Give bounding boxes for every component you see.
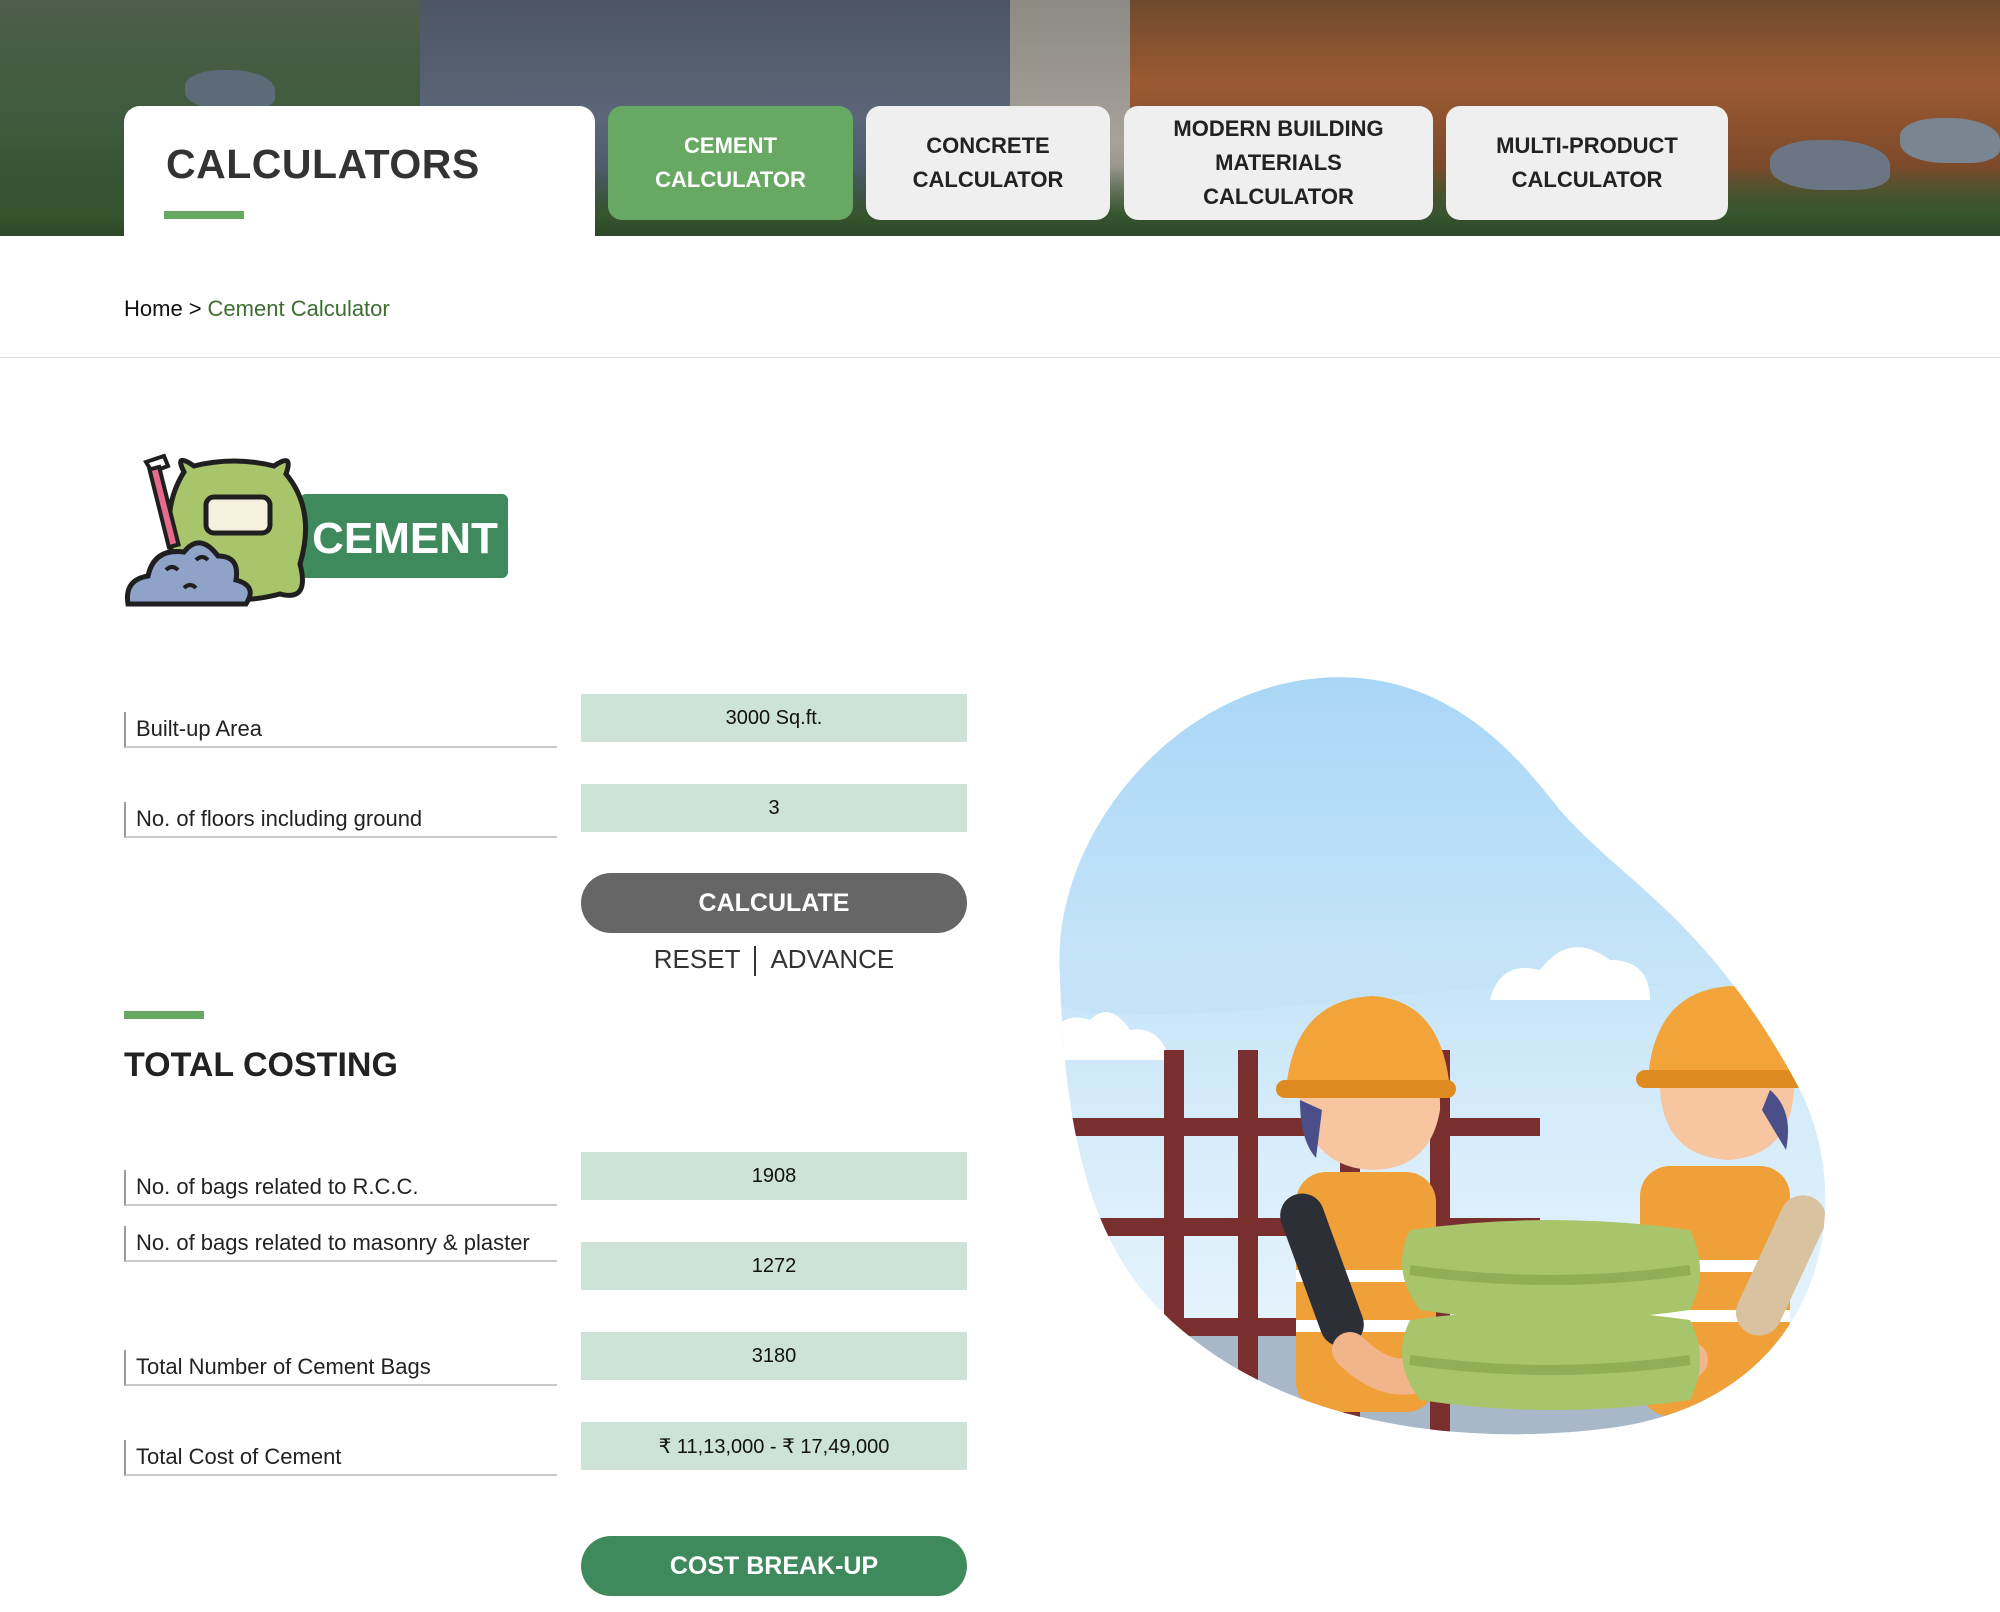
hero-rock — [185, 70, 275, 110]
tab-label-line: CALCULATOR — [1203, 184, 1354, 209]
page-title: CALCULATORS — [166, 141, 480, 187]
total-cost-label: Total Cost of Cement — [124, 1440, 557, 1476]
breadcrumb-home-link[interactable]: Home — [124, 296, 183, 321]
built-up-area-input[interactable]: 3000 Sq.ft. — [581, 694, 967, 742]
calculate-button[interactable]: CALCULATE — [581, 873, 967, 933]
tab-label-line: CALCULATOR — [655, 167, 806, 192]
rcc-bags-value: 1908 — [581, 1152, 967, 1200]
total-bags-value: 3180 — [581, 1332, 967, 1380]
breadcrumb-current: Cement Calculator — [207, 296, 390, 321]
logo-text: CEMENT — [312, 514, 498, 563]
cost-breakup-button[interactable]: COST BREAK-UP — [581, 1536, 967, 1596]
tab-label-line: MULTI-PRODUCT — [1496, 133, 1678, 158]
floors-input[interactable]: 3 — [581, 784, 967, 832]
form-actions: RESET ADVANCE — [581, 944, 967, 977]
breadcrumb-separator: > — [188, 296, 202, 321]
masonry-bags-label: No. of bags related to masonry & plaster — [124, 1226, 557, 1262]
tab-cement-calculator[interactable]: CEMENT CALCULATOR — [608, 106, 853, 220]
breadcrumb: Home > Cement Calculator — [124, 296, 390, 322]
tab-label-line: CEMENT — [684, 133, 777, 158]
tab-label-line: CALCULATOR — [1511, 167, 1663, 192]
rcc-bags-label: No. of bags related to R.C.C. — [124, 1170, 557, 1206]
built-up-area-label: Built-up Area — [124, 712, 557, 748]
total-bags-label: Total Number of Cement Bags — [124, 1350, 557, 1386]
tab-label-line: CONCRETE — [926, 133, 1050, 158]
tab-concrete-calculator[interactable]: CONCRETE CALCULATOR — [866, 106, 1110, 220]
tab-label-line: MODERN BUILDING — [1173, 116, 1384, 141]
cement-logo: CEMENT — [124, 453, 508, 607]
floors-label: No. of floors including ground — [124, 802, 557, 838]
link-divider — [754, 946, 757, 977]
section-accent-line — [124, 1011, 204, 1019]
hero-rock — [1900, 118, 2000, 163]
tab-multi-product-calculator[interactable]: MULTI-PRODUCT CALCULATOR — [1446, 106, 1728, 220]
hero-rock — [1770, 140, 1890, 190]
tab-label-line: MATERIALS — [1215, 150, 1342, 175]
total-costing-title: TOTAL COSTING — [124, 1046, 398, 1084]
tab-label-line: CALCULATOR — [912, 167, 1064, 192]
bag-label-icon — [203, 494, 273, 536]
tab-modern-building-materials-calculator[interactable]: MODERN BUILDING MATERIALS CALCULATOR — [1124, 106, 1433, 220]
title-underline — [164, 211, 244, 219]
masonry-bags-value: 1272 — [581, 1242, 967, 1290]
reset-link[interactable]: RESET — [654, 944, 741, 974]
total-cost-value: ₹ 11,13,000 - ₹ 17,49,000 — [581, 1422, 967, 1470]
advance-link[interactable]: ADVANCE — [770, 944, 894, 974]
calculators-title-card: CALCULATORS — [124, 106, 595, 236]
header-divider — [0, 357, 2000, 358]
workers-illustration — [1059, 677, 1826, 1435]
